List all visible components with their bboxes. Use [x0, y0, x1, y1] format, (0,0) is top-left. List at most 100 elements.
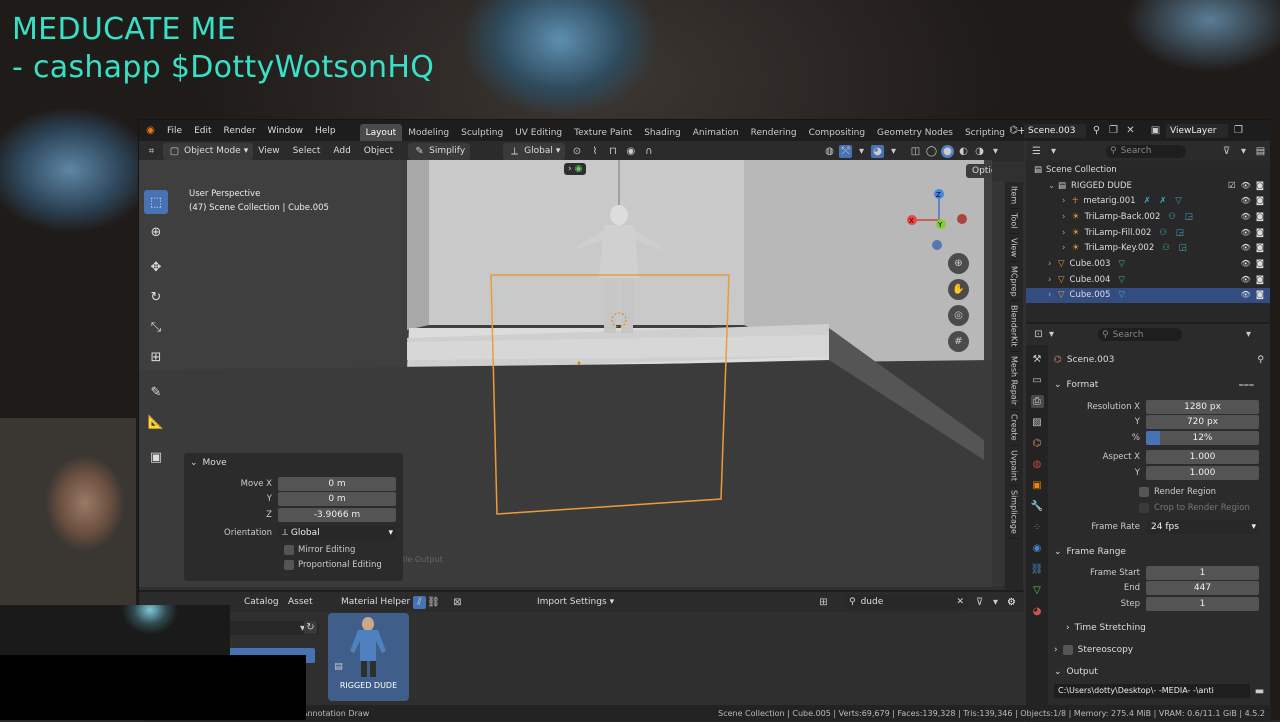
aspect-x-field[interactable]: 1.000: [1146, 450, 1259, 465]
select-box-tool[interactable]: ⬚: [144, 190, 168, 214]
data-icons[interactable]: ▽: [1118, 259, 1128, 269]
render-region-checkbox[interactable]: [1139, 487, 1149, 498]
asset-clear-icon[interactable]: ⊠: [451, 596, 464, 609]
3d-viewport[interactable]: ⬚ ⊕ ✥ ↻ ⤡ ⊞ ✎ 📐 ▣ User Perspective (47) …: [139, 160, 992, 587]
asset-link-icon[interactable]: ⛓: [427, 596, 440, 609]
pan-hand-icon[interactable]: ✋: [948, 279, 969, 300]
chevron-right-icon[interactable]: ›: [1048, 290, 1058, 300]
eye-icon[interactable]: 👁: [1241, 196, 1251, 206]
chevron-right-icon[interactable]: ›: [1048, 275, 1058, 285]
eye-icon[interactable]: 👁: [1241, 275, 1251, 285]
stereoscopy-checkbox[interactable]: [1062, 644, 1073, 655]
outliner-row[interactable]: › ☥ metarig.001 ✗ ✗ ▽ 👁 ◙: [1026, 193, 1270, 209]
navigation-gizmo[interactable]: X Y Z: [899, 182, 979, 262]
outliner-row[interactable]: › ▽ Cube.005 ▽ 👁 ◙: [1026, 287, 1270, 304]
outliner-row[interactable]: › ☀ TriLamp-Fill.002 ⚇ ◲ 👁 ◙: [1026, 225, 1270, 241]
eye-icon[interactable]: 👁: [1241, 181, 1251, 191]
filter-dropdown-icon[interactable]: ▾: [1237, 145, 1250, 158]
outliner-search[interactable]: ⚲ Search: [1106, 144, 1186, 158]
add-menu[interactable]: Add: [333, 146, 350, 156]
orientation-dropdown[interactable]: ⟂ Global ▾: [503, 142, 566, 160]
data-tab-icon[interactable]: ▽: [1031, 584, 1044, 597]
camera-icon[interactable]: ◙: [1256, 259, 1264, 269]
falloff-icon[interactable]: ∩: [642, 145, 655, 158]
side-tab-simplicage[interactable]: Simplicage: [1009, 486, 1019, 539]
resolution-y-field[interactable]: 720 px: [1146, 415, 1259, 430]
menu-render[interactable]: Render: [218, 126, 262, 136]
properties-search[interactable]: ⚲ Search: [1098, 328, 1182, 341]
outliner-row[interactable]: ⌄ ▤ RIGGED DUDE ☑ 👁 ◙: [1026, 178, 1270, 194]
scene-collection-row[interactable]: ▤ Scene Collection: [1026, 162, 1270, 178]
move-x-field[interactable]: 0 m: [278, 476, 396, 491]
pin-icon[interactable]: ⚲: [1257, 355, 1268, 365]
camera-icon[interactable]: ◙: [1256, 228, 1264, 238]
asset-search-field[interactable]: ⚲ dude ✕: [844, 595, 969, 609]
view-mode-icon[interactable]: ⊞: [817, 596, 830, 609]
move-z-field[interactable]: -3.9066 m: [278, 507, 396, 522]
eye-icon[interactable]: 👁: [1241, 228, 1251, 238]
scene-name[interactable]: Scene.003: [1024, 123, 1086, 138]
add-cube-tool[interactable]: ▣: [144, 445, 168, 469]
frame-range-panel-header[interactable]: ⌄ Frame Range: [1054, 541, 1268, 563]
chevron-right-icon[interactable]: ›: [1062, 228, 1072, 238]
render-tab-icon[interactable]: ▭: [1031, 374, 1044, 387]
options-dropdown-icon[interactable]: ▾: [1242, 328, 1255, 341]
camera-icon[interactable]: ◙: [1256, 181, 1264, 191]
refresh-icon[interactable]: ↻: [304, 621, 317, 634]
chevron-right-icon[interactable]: ›: [1048, 259, 1058, 269]
frame-start-field[interactable]: 1: [1146, 565, 1259, 580]
side-tab-mcprep[interactable]: MCprep: [1009, 262, 1019, 302]
constraints-tab-icon[interactable]: ⛓: [1031, 563, 1044, 576]
solid-shading-icon[interactable]: ●: [941, 144, 954, 158]
view-layer-icon[interactable]: ▣: [1149, 124, 1162, 137]
material-tab-icon[interactable]: ◕: [1031, 605, 1044, 618]
rotate-tool[interactable]: ↻: [144, 285, 168, 309]
workspace-tab-texture-paint[interactable]: Texture Paint: [568, 124, 638, 141]
proportional-icon[interactable]: ◉: [624, 145, 637, 158]
proportional-checkbox[interactable]: [284, 560, 294, 571]
workspace-tab-animation[interactable]: Animation: [687, 124, 745, 141]
dropdown-icon[interactable]: ▾: [1045, 328, 1058, 341]
view-layer-name[interactable]: ViewLayer: [1166, 123, 1228, 138]
side-tab-item[interactable]: Item: [1009, 182, 1019, 210]
workspace-tab-scripting[interactable]: Scripting: [959, 124, 1011, 141]
object-menu[interactable]: Object: [364, 146, 393, 156]
outliner-row[interactable]: › ▽ Cube.003 ▽ 👁 ◙: [1026, 256, 1270, 272]
snap-icon[interactable]: ⌇: [588, 145, 601, 158]
overlays-icon[interactable]: ◕: [871, 144, 884, 158]
folder-icon[interactable]: ▬: [1253, 685, 1266, 698]
filter-icon[interactable]: ⊽: [1220, 145, 1233, 158]
chevron-right-icon[interactable]: ›: [1062, 212, 1072, 222]
visibility-icon[interactable]: ◍: [823, 145, 836, 158]
resolution-percent-slider[interactable]: 12%: [1146, 430, 1259, 445]
side-tab-view[interactable]: View: [1009, 234, 1019, 262]
xray-icon[interactable]: ▾: [887, 145, 900, 158]
output-tab-icon[interactable]: ⎙: [1030, 395, 1044, 408]
gizmo-icon[interactable]: ⤲: [839, 144, 852, 158]
chevron-down-icon[interactable]: ⌄: [1048, 181, 1058, 191]
physics-tab-icon[interactable]: ◉: [1031, 542, 1044, 555]
camera-icon[interactable]: ◙: [1256, 290, 1264, 300]
simplify-button[interactable]: ✎ Simplify: [408, 142, 471, 160]
editor-type-icon[interactable]: ⌗: [145, 145, 158, 158]
resolution-x-field[interactable]: 1280 px: [1146, 399, 1259, 414]
workspace-tab-geometry-nodes[interactable]: Geometry Nodes: [871, 124, 959, 141]
camera-icon[interactable]: ◙: [1256, 275, 1264, 285]
crop-checkbox[interactable]: [1139, 502, 1149, 513]
cursor-tool[interactable]: ⊕: [144, 220, 168, 244]
blender-logo-icon[interactable]: ◉: [144, 124, 157, 137]
camera-icon[interactable]: ◙: [1256, 212, 1264, 222]
data-icons[interactable]: ✗ ✗ ▽: [1144, 196, 1185, 206]
menu-window[interactable]: Window: [262, 126, 310, 136]
settings-gear-icon[interactable]: ⚙: [1005, 596, 1018, 609]
move-tool[interactable]: ✥: [144, 255, 168, 279]
workspace-tab-rendering[interactable]: Rendering: [745, 124, 803, 141]
side-tab-create[interactable]: Create: [1009, 410, 1019, 446]
workspace-tab-layout[interactable]: Layout: [359, 124, 403, 141]
transform-tool[interactable]: ⊞: [144, 345, 168, 369]
outliner-row[interactable]: › ☀ TriLamp-Back.002 ⚇ ◲ 👁 ◙: [1026, 209, 1270, 225]
stereoscopy-header[interactable]: › Stereoscopy: [1054, 640, 1268, 660]
camera-icon[interactable]: ◎: [948, 305, 969, 326]
copy-layer-icon[interactable]: ❐: [1232, 124, 1245, 137]
eye-icon[interactable]: 👁: [1241, 243, 1251, 253]
